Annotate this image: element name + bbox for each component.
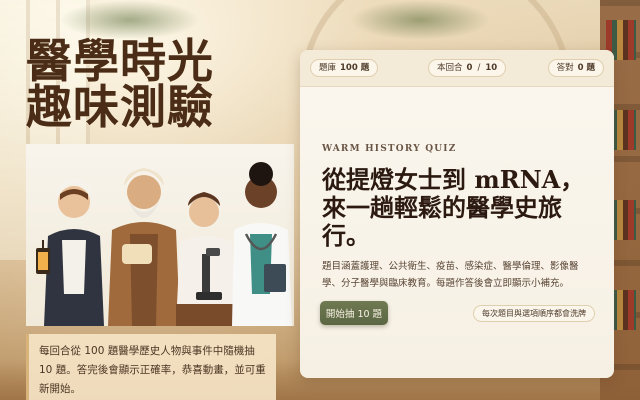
card-kicker: WARM HISTORY QUIZ xyxy=(322,144,457,154)
quiz-card: 題庫 100 題 本回合 0/10 答對 0 題 WARM HISTORY QUIZ … xyxy=(300,50,614,378)
page-title: 醫學時光 趣味測驗 xyxy=(26,38,214,130)
scholar-figure xyxy=(108,168,180,326)
background-foliage xyxy=(350,0,490,40)
page-title-line1: 醫學時光 xyxy=(26,34,214,88)
card-headline: 從提燈女士到 mRNA，來一趟輕鬆的醫學史旅行。 xyxy=(322,165,585,250)
medical-figures-illustration xyxy=(36,162,292,326)
nurse-figure xyxy=(36,178,104,326)
start-quiz-button[interactable]: 開始抽 10 題 xyxy=(320,301,388,325)
round-label: 本回合 xyxy=(437,63,463,73)
stats-bar: 題庫 100 題 本回合 0 / 10 答對 0 題 xyxy=(300,50,614,87)
question-bank-label: 題庫 xyxy=(319,63,337,73)
card-body: 題目涵蓋護理、公共衛生、疫苗、感染症、醫學倫理、影像醫學、分子醫學與臨床教育。每… xyxy=(322,261,579,289)
round-total: 10 xyxy=(485,63,498,73)
page-title-line2: 趣味測驗 xyxy=(26,80,214,134)
correct-value: 0 題 xyxy=(577,63,595,73)
hero-illustration xyxy=(26,144,294,326)
doctor-figure xyxy=(232,162,292,326)
round-separator: / xyxy=(477,63,481,73)
correct-label: 答對 xyxy=(556,63,574,73)
quiz-description: 每回合從 100 題醫學歷史人物與事件中隨機抽 10 題。答完後會顯示正確率，恭… xyxy=(26,334,276,400)
question-bank-value: 100 題 xyxy=(340,63,370,73)
round-current: 0 xyxy=(466,63,473,73)
round-progress-badge: 本回合 0 / 10 xyxy=(428,59,507,77)
question-bank-badge: 題庫 100 題 xyxy=(310,59,379,77)
correct-count-badge: 答對 0 題 xyxy=(547,59,604,77)
shuffle-note-badge: 每次題目與選項順序都會洗牌 xyxy=(473,305,595,322)
